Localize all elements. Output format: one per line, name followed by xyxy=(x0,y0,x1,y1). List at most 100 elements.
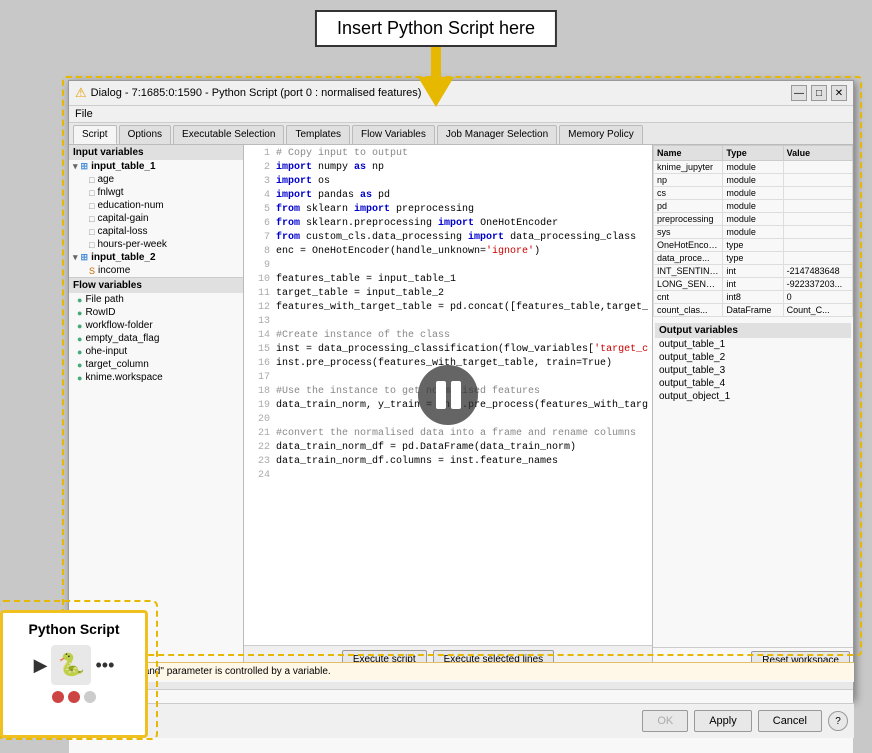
tab-options[interactable]: Options xyxy=(119,125,171,144)
table-row: cntint80 xyxy=(654,291,853,304)
flow-icon: ● xyxy=(77,308,82,318)
arrow-shaft xyxy=(431,47,441,77)
main-content: Input variables ▾ ⊞ input_table_1 □ age … xyxy=(69,145,853,673)
col-value: Value xyxy=(783,146,852,161)
flow-icon: ● xyxy=(77,360,82,370)
editor-panel: 1# Copy input to output 2import numpy as… xyxy=(244,145,653,673)
tab-memory-policy[interactable]: Memory Policy xyxy=(559,125,643,144)
tree-hours-per-week[interactable]: □ hours-per-week xyxy=(69,238,243,251)
input-table-1-label: input_table_1 xyxy=(91,161,155,172)
table-row: npmodule xyxy=(654,174,853,187)
code-line-21: 21#convert the normalised data into a fr… xyxy=(246,427,650,441)
pause-overlay xyxy=(418,365,478,425)
tree-income[interactable]: S income xyxy=(69,264,243,277)
dot-2 xyxy=(68,691,80,703)
table-row: INT_SENTINELint-2147483648 xyxy=(654,265,853,278)
flow-icon: ● xyxy=(77,334,82,344)
maximize-button[interactable]: □ xyxy=(811,85,827,101)
dot-1 xyxy=(52,691,64,703)
num-icon: □ xyxy=(89,188,94,198)
expand-icon-1: ▾ xyxy=(73,161,78,172)
flow-vars-title: Flow variables xyxy=(69,278,243,293)
flow-vars-label: Flow variables xyxy=(73,280,142,291)
status-warning-bar: "Python3Command" parameter is controlled… xyxy=(68,662,854,680)
output-vars-title: Output variables xyxy=(655,323,851,338)
code-line-4: 4import pandas as pd xyxy=(246,189,650,203)
flow-icon: ● xyxy=(77,347,82,357)
pause-bar-1 xyxy=(436,381,446,409)
table-row: LONG_SENTINELint-922337203... xyxy=(654,278,853,291)
table-icon-1: ⊞ xyxy=(81,161,89,172)
col-name: Name xyxy=(654,146,723,161)
input-table-1-item[interactable]: ▾ ⊞ input_table_1 xyxy=(69,160,243,173)
node-title: Python Script xyxy=(28,621,119,637)
table-row: csmodule xyxy=(654,187,853,200)
code-line-9: 9 xyxy=(246,259,650,273)
num-icon: □ xyxy=(89,201,94,211)
table-row: knime_jupytermodule xyxy=(654,161,853,174)
input-vars-title: Input variables xyxy=(69,145,243,160)
minimize-button[interactable]: — xyxy=(791,85,807,101)
apply-button[interactable]: Apply xyxy=(694,710,752,732)
play-icon: ▶ xyxy=(34,655,48,676)
flow-workflow-folder[interactable]: ● workflow-folder xyxy=(69,319,243,332)
tab-script[interactable]: Script xyxy=(73,125,117,144)
output-vars: Output variables output_table_1 output_t… xyxy=(653,321,853,405)
output-object-1: output_object_1 xyxy=(655,390,851,403)
tree-fnlwgt[interactable]: □ fnlwgt xyxy=(69,186,243,199)
help-button[interactable]: ? xyxy=(828,711,848,731)
input-table-2-item[interactable]: ▾ ⊞ input_table_2 xyxy=(69,251,243,264)
close-button[interactable]: ✕ xyxy=(831,85,847,101)
output-table-1: output_table_1 xyxy=(655,338,851,351)
tree-education-num[interactable]: □ education-num xyxy=(69,199,243,212)
input-table-2-label: input_table_2 xyxy=(91,252,155,263)
num-icon: □ xyxy=(89,240,94,250)
python-icon: 🐍 xyxy=(51,645,91,685)
flow-empty-data-flag[interactable]: ● empty_data_flag xyxy=(69,332,243,345)
dialog-window: ⚠ Dialog - 7:1685:0:1590 - Python Script… xyxy=(68,80,854,700)
code-line-2: 2import numpy as np xyxy=(246,161,650,175)
input-vars-label: Input variables xyxy=(73,147,144,158)
code-line-5: 5from sklearn import preprocessing xyxy=(246,203,650,217)
num-icon: □ xyxy=(89,227,94,237)
node-dots xyxy=(52,691,96,703)
code-line-14: 14#Create instance of the class xyxy=(246,329,650,343)
insert-annotation: Insert Python Script here xyxy=(315,10,557,107)
code-line-24: 24 xyxy=(246,469,650,483)
cancel-button[interactable]: Cancel xyxy=(758,710,822,732)
flow-filepath[interactable]: ● File path xyxy=(69,293,243,306)
ok-button[interactable]: OK xyxy=(642,710,688,732)
code-editor[interactable]: 1# Copy input to output 2import numpy as… xyxy=(244,145,652,645)
flow-ohe-input[interactable]: ● ohe-input xyxy=(69,345,243,358)
dot-3 xyxy=(84,691,96,703)
table-row: sysmodule xyxy=(654,226,853,239)
tab-templates[interactable]: Templates xyxy=(286,125,350,144)
node-icon-area: ▶ 🐍 ••• xyxy=(34,645,115,685)
code-line-15: 15inst = data_processing_classification(… xyxy=(246,343,650,357)
code-line-6: 6from sklearn.preprocessing import OneHo… xyxy=(246,217,650,231)
tree-capital-loss[interactable]: □ capital-loss xyxy=(69,225,243,238)
table-row: OneHotEncodertype xyxy=(654,239,853,252)
title-bar-controls: — □ ✕ xyxy=(791,85,847,101)
code-line-8: 8enc = OneHotEncoder(handle_unknown='ign… xyxy=(246,245,650,259)
num-icon: □ xyxy=(89,175,94,185)
tab-flow-variables[interactable]: Flow Variables xyxy=(352,125,435,144)
expand-icon-2: ▾ xyxy=(73,252,78,263)
dots-icon: ••• xyxy=(95,655,114,676)
warning-icon: ⚠ xyxy=(75,85,87,101)
code-line-10: 10features_table = input_table_1 xyxy=(246,273,650,287)
flow-knime-workspace[interactable]: ● knime.workspace xyxy=(69,371,243,384)
tree-age[interactable]: □ age xyxy=(69,173,243,186)
flow-target-column[interactable]: ● target_column xyxy=(69,358,243,371)
tab-job-manager[interactable]: Job Manager Selection xyxy=(437,125,557,144)
flow-rowid[interactable]: ● RowID xyxy=(69,306,243,319)
flow-icon: ● xyxy=(77,295,82,305)
code-line-7: 7from custom_cls.data_processing import … xyxy=(246,231,650,245)
code-line-23: 23data_train_norm_df.columns = inst.feat… xyxy=(246,455,650,469)
pause-bar-2 xyxy=(451,381,461,409)
table-row: preprocessingmodule xyxy=(654,213,853,226)
tab-executable-selection[interactable]: Executable Selection xyxy=(173,125,284,144)
flow-icon: ● xyxy=(77,373,82,383)
tree-capital-gain[interactable]: □ capital-gain xyxy=(69,212,243,225)
menu-file[interactable]: File xyxy=(75,108,93,120)
